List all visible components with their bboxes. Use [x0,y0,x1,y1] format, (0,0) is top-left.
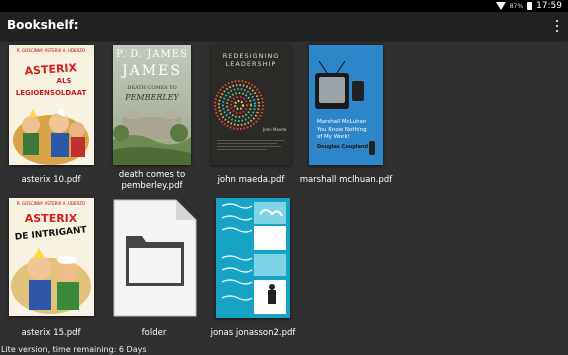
cover-line4: Douglas Coupland [317,144,368,150]
book-tile-jonasson[interactable]: jonas jonasson2.pdf [203,198,303,343]
wifi-icon [495,2,506,10]
battery-icon [527,2,533,10]
folder-label: folder [141,328,167,338]
page-title: Bookshelf: [7,18,79,32]
cover-header: R. GOSCINNY ASTERIX A. UDERZO [17,201,85,206]
book-label: asterix 15.pdf [21,328,81,338]
folder-icon [113,199,197,317]
asterix-cover-art: R. GOSCINNY ASTERIX A. UDERZO ASTERIX AL… [9,45,94,165]
cover-line1: Marshall McLuhan [317,119,367,125]
book-label: death comes to pemberley.pdf [118,170,186,191]
book-cover: REDESIGNING LEADERSHIP John Maeda [211,45,291,165]
book-tile-pemberley[interactable]: P. D. JAMES JAMES DEATH COMES TO PEMBERL… [102,45,202,191]
svg-text:ASTERIX: ASTERIX [25,212,78,225]
svg-text:LEGIOENSOLDAAT: LEGIOENSOLDAAT [16,89,87,97]
cover-author-surname: JAMES [122,63,182,79]
book-tile-asterix-10[interactable]: R. GOSCINNY ASTERIX A. UDERZO ASTERIX AL… [1,45,101,190]
book-cover: Marshall McLuhan You Know Nothing of My … [309,45,383,165]
book-cover [216,198,290,318]
cover-title-line2: PEMBERLEY [125,93,179,102]
status-icons: 87% 17:59 [495,0,562,12]
book-cover: R. GOSCINNY ASTERIX A. UDERZO ASTERIX AL… [9,45,94,165]
book-cover: R. GOSCINNY ASTERIX A. UDERZO ASTERIX DE… [9,198,94,316]
book-label: marshall mclhuan.pdf [299,175,393,185]
cover-line2: You Know Nothing [317,127,367,133]
cover-header: R. GOSCINNY ASTERIX A. UDERZO [17,48,85,53]
svg-text:ALS: ALS [57,77,72,85]
dotted-circle-art [214,80,285,150]
book-cover: P. D. JAMES JAMES DEATH COMES TO PEMBERL… [113,45,191,165]
overflow-menu-icon[interactable] [555,20,559,32]
battery-percent: 87% [509,2,524,10]
trial-status-text: Lite version, time remaining: 6 Days [1,345,147,354]
book-label: jonas jonasson2.pdf [210,328,296,338]
cover-author: P. D. JAMES [116,49,188,60]
book-tile-asterix-15[interactable]: R. GOSCINNY ASTERIX A. UDERZO ASTERIX DE… [1,198,101,343]
asterix-cover-art: R. GOSCINNY ASTERIX A. UDERZO ASTERIX DE… [9,198,94,316]
app-bar: Bookshelf: [0,12,568,40]
clock: 17:59 [536,1,562,11]
cover-author: John Maeda [263,127,287,132]
status-bar: 87% 17:59 [0,0,568,12]
book-label: john maeda.pdf [217,175,285,185]
book-tile-mcluhan[interactable]: Marshall McLuhan You Know Nothing of My … [296,45,396,190]
jonasson-cover-art [216,198,290,318]
cover-title-line1: DEATH COMES TO [127,85,177,91]
folder-tile[interactable]: folder [104,198,204,343]
book-tile-john-maeda[interactable]: REDESIGNING LEADERSHIP John Maeda john m… [201,45,301,190]
cover-line3: of My Work! [317,134,350,140]
book-label: asterix 10.pdf [21,175,81,185]
